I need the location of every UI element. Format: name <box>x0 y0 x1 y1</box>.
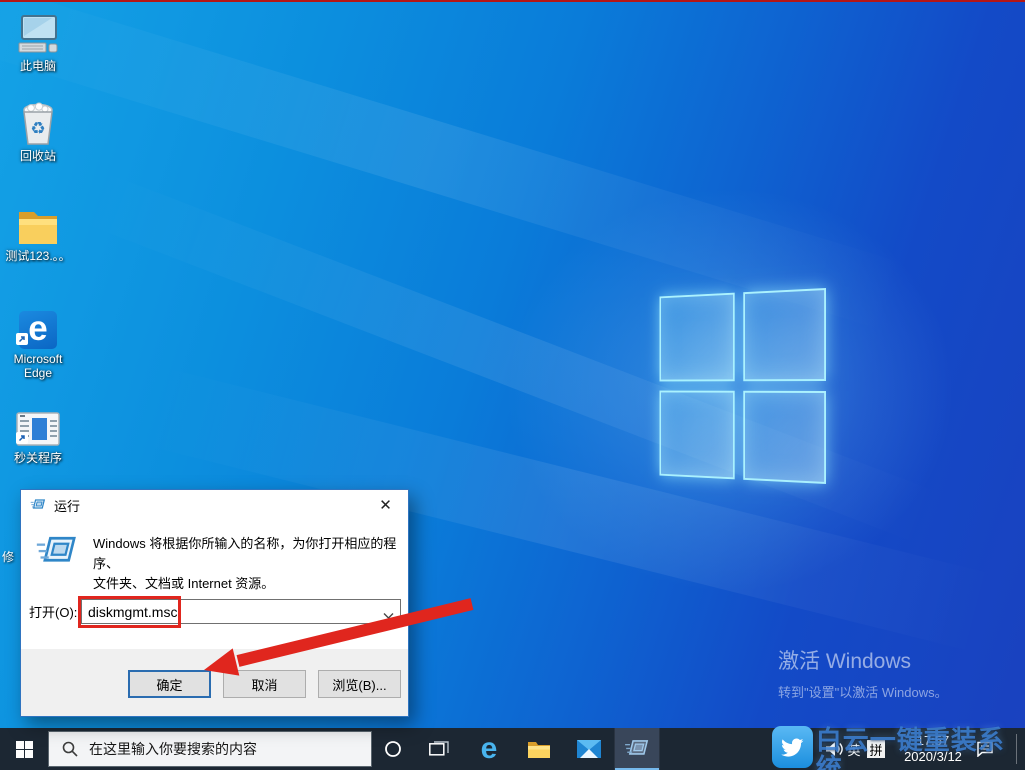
run-command-value: diskmgmt.msc <box>88 604 177 620</box>
cortana-icon <box>384 740 402 758</box>
top-red-border <box>0 0 1025 2</box>
tray-clock-date[interactable]: 2020/3/12 <box>896 749 970 764</box>
icon-label: Microsoft Edge <box>0 352 76 380</box>
desktop-icon-microsoft-edge[interactable]: e Microsoft Edge <box>0 303 76 380</box>
start-button[interactable] <box>0 728 48 770</box>
file-explorer-icon <box>527 740 551 759</box>
run-dialog: 运行 ✕ Windows 将根据你所输入的名称，为你打开相应的程序、 文件夹、文… <box>20 489 409 717</box>
windows-start-icon <box>16 741 33 758</box>
windows-desktop: 此电脑 ♻ 回收站 测试123.。。 e <box>0 0 1025 770</box>
run-dialog-icon <box>30 498 46 512</box>
desktop-icon-recycle-bin[interactable]: ♻ 回收站 <box>0 100 76 163</box>
chevron-down-icon[interactable] <box>383 607 394 623</box>
recycle-bin-icon: ♻ <box>0 100 76 146</box>
speaker-icon <box>825 741 843 757</box>
volume-button[interactable] <box>822 728 846 770</box>
task-view-button[interactable] <box>416 728 462 770</box>
run-icon <box>624 738 650 760</box>
description-line1: Windows 将根据你所输入的名称，为你打开相应的程序、 <box>93 534 408 574</box>
run-icon <box>35 532 79 572</box>
ok-button[interactable]: 确定 <box>128 670 211 698</box>
taskbar-mail-button[interactable] <box>566 728 612 770</box>
desktop-icon-test-folder[interactable]: 测试123.。。 <box>0 200 76 263</box>
ime-mode-indicator[interactable]: 拼 <box>866 728 886 770</box>
action-center-icon <box>976 741 994 757</box>
windows-logo-pane <box>659 391 734 480</box>
desktop-icon-miaoguan[interactable]: 秒关程序 <box>0 402 76 465</box>
taskbar-explorer-button[interactable] <box>516 728 562 770</box>
browse-button[interactable]: 浏览(B)... <box>318 670 401 698</box>
icon-label: 此电脑 <box>0 59 76 73</box>
mail-icon <box>577 740 601 758</box>
show-desktop-separator[interactable] <box>1016 734 1017 764</box>
edge-icon: e <box>0 303 76 349</box>
taskbar-search-input[interactable]: 在这里输入你要搜索的内容 <box>48 731 372 767</box>
taskbar-edge-button[interactable]: e <box>466 728 512 770</box>
description-line2: 文件夹、文档或 Internet 资源。 <box>93 574 408 594</box>
cortana-button[interactable] <box>372 728 414 770</box>
activation-subtitle: 转到"设置"以激活 Windows。 <box>778 682 948 701</box>
close-icon[interactable]: ✕ <box>363 490 408 520</box>
search-placeholder: 在这里输入你要搜索的内容 <box>89 739 257 759</box>
this-pc-icon <box>0 10 76 56</box>
windows-logo-pane <box>743 391 826 484</box>
search-icon <box>62 741 78 757</box>
open-label: 打开(O): <box>29 602 81 621</box>
run-command-input[interactable]: diskmgmt.msc <box>81 599 401 624</box>
svg-text:♻: ♻ <box>30 119 45 138</box>
edge-icon: e <box>481 732 498 766</box>
windows-logo-wallpaper <box>659 288 826 484</box>
icon-label: 回收站 <box>0 149 76 163</box>
text-caret <box>178 604 179 620</box>
windows-logo-pane <box>743 288 826 381</box>
folder-icon <box>0 200 76 246</box>
icon-label: 秒关程序 <box>0 451 76 465</box>
task-view-icon <box>429 741 449 757</box>
tray-clock-time[interactable]: 17:57 <box>896 733 970 748</box>
taskbar: 在这里输入你要搜索的内容 e <box>0 728 1025 770</box>
desktop-icon-this-pc[interactable]: 此电脑 <box>0 10 76 73</box>
windows-logo-pane <box>659 293 734 382</box>
taskbar-run-button-active[interactable] <box>614 728 660 770</box>
run-dialog-title: 运行 <box>54 496 80 515</box>
icon-label: 测试123.。。 <box>0 249 76 263</box>
shortcut-arrow-icon <box>16 332 28 350</box>
cancel-button[interactable]: 取消 <box>223 670 306 698</box>
shortcut-arrow-icon <box>16 431 28 449</box>
desktop-icon-partially-hidden[interactable]: 修 <box>2 548 14 565</box>
activation-watermark: 激活 Windows 转到"设置"以激活 Windows。 <box>778 645 948 701</box>
action-center-button[interactable] <box>968 728 1002 770</box>
program-window-icon <box>0 402 76 448</box>
ime-language-indicator[interactable]: 英 <box>845 728 863 770</box>
run-dialog-description: Windows 将根据你所输入的名称，为你打开相应的程序、 文件夹、文档或 In… <box>35 532 408 594</box>
run-dialog-titlebar[interactable]: 运行 <box>21 490 408 520</box>
activation-title: 激活 Windows <box>778 645 948 675</box>
